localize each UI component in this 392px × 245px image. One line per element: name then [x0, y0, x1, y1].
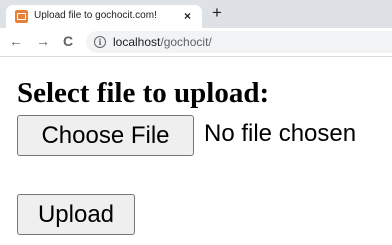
browser-tab-strip: Upload file to gochocit.com! × +	[0, 0, 392, 28]
url-path: /gochocit/	[160, 35, 212, 49]
page-heading: Select file to upload:	[17, 77, 270, 109]
new-tab-icon[interactable]: +	[212, 4, 222, 22]
url-host: localhost	[113, 35, 161, 49]
xampp-favicon-icon	[15, 10, 28, 23]
tab-close-icon[interactable]: ×	[184, 9, 191, 23]
address-bar[interactable]: i localhost/gochocit/	[86, 31, 392, 53]
address-bar-url[interactable]: localhost/gochocit/	[113, 35, 212, 49]
tab-title: Upload file to gochocit.com!	[34, 10, 157, 21]
upload-button[interactable]: Upload	[17, 194, 135, 235]
choose-file-button[interactable]: Choose File	[17, 115, 194, 156]
back-arrow-icon[interactable]: ←	[9, 33, 23, 49]
browser-tab[interactable]: Upload file to gochocit.com! ×	[6, 5, 202, 28]
reload-icon[interactable]: C	[63, 33, 73, 49]
file-status-text: No file chosen	[204, 120, 357, 147]
forward-arrow-icon[interactable]: →	[36, 33, 50, 49]
browser-toolbar: ← → C i localhost/gochocit/	[0, 28, 392, 57]
site-info-icon[interactable]: i	[94, 36, 106, 48]
